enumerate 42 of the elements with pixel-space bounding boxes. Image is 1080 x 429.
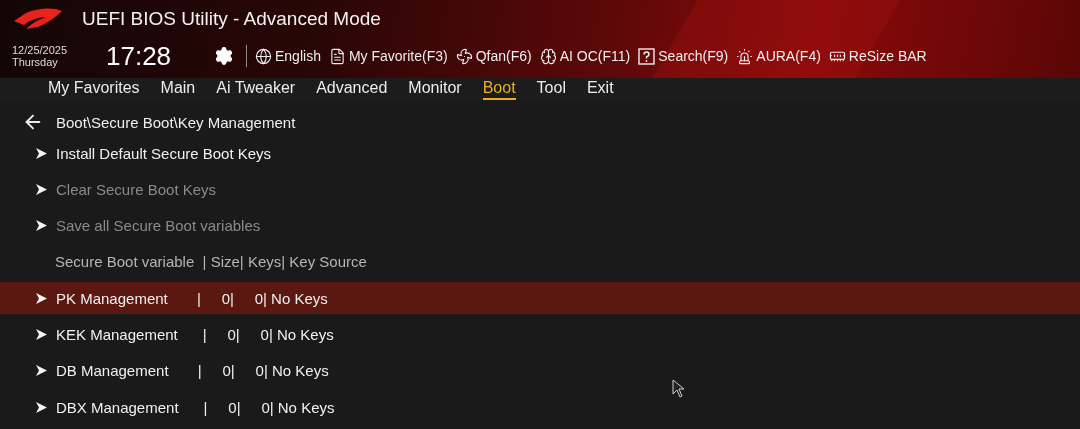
menu-tab[interactable]: Advanced <box>316 78 388 100</box>
menu-tab[interactable]: Ai Tweaker <box>216 78 296 100</box>
toolbar-button[interactable]: Qfan(F6) <box>455 47 532 65</box>
menu-row[interactable]: PK Management | 0| 0| No Keys <box>0 282 1080 315</box>
fan-icon <box>455 47 473 65</box>
toolbar-button[interactable]: Search(F9) <box>638 47 729 65</box>
toolbar-button[interactable]: ReSize BAR <box>828 47 927 65</box>
brain-icon <box>539 47 557 65</box>
weekday-text: Thursday <box>12 56 59 68</box>
menu-tab[interactable]: Boot <box>482 78 516 100</box>
menu-tab[interactable]: Tool <box>536 78 566 100</box>
column-header: Secure Boot variable | Size| Keys| Key Source <box>55 253 367 271</box>
toolbar-button[interactable]: English <box>255 47 321 65</box>
globe-icon <box>255 47 272 65</box>
menu-tab[interactable]: My Favorites <box>48 78 140 100</box>
menu-row[interactable]: Install Default Secure Boot Keys <box>0 137 1080 169</box>
chevron-icon <box>35 182 48 196</box>
menu-tab[interactable]: Exit <box>586 78 614 100</box>
chevron-icon <box>35 400 48 414</box>
chevron-icon <box>35 291 48 305</box>
document-icon <box>328 47 346 65</box>
menu-row[interactable]: DBX Management | 0| 0| No Keys <box>0 391 1080 424</box>
chevron-icon <box>35 328 48 341</box>
mouse-cursor-icon <box>672 379 686 399</box>
menu-tab[interactable]: Main <box>160 78 196 100</box>
toolbar-button[interactable]: My Favorite(F3) <box>328 47 448 65</box>
window-title: UEFI BIOS Utility - Advanced Mode <box>82 8 381 30</box>
menu-row[interactable]: KEK Management | 0| 0| No Keys <box>0 318 1080 351</box>
toolbar-button[interactable]: AURA(F4) <box>736 47 821 65</box>
chevron-icon <box>35 219 48 233</box>
settings-icon[interactable] <box>214 46 234 66</box>
chevron-icon <box>35 146 48 160</box>
clock-time: 17:28 <box>106 40 173 72</box>
date-text: 12/25/2025 <box>12 44 69 56</box>
menu-row[interactable]: DB Management | 0| 0| No Keys <box>0 354 1080 387</box>
chevron-icon <box>35 364 48 378</box>
logo-icon <box>12 7 64 31</box>
menu-tab[interactable]: Monitor <box>408 78 462 100</box>
help-icon <box>638 47 656 65</box>
siren-icon <box>736 47 754 65</box>
toolbar-button[interactable]: AI OC(F11) <box>539 47 631 65</box>
breadcrumb-path: Boot\Secure Boot\Key Management <box>56 113 296 131</box>
